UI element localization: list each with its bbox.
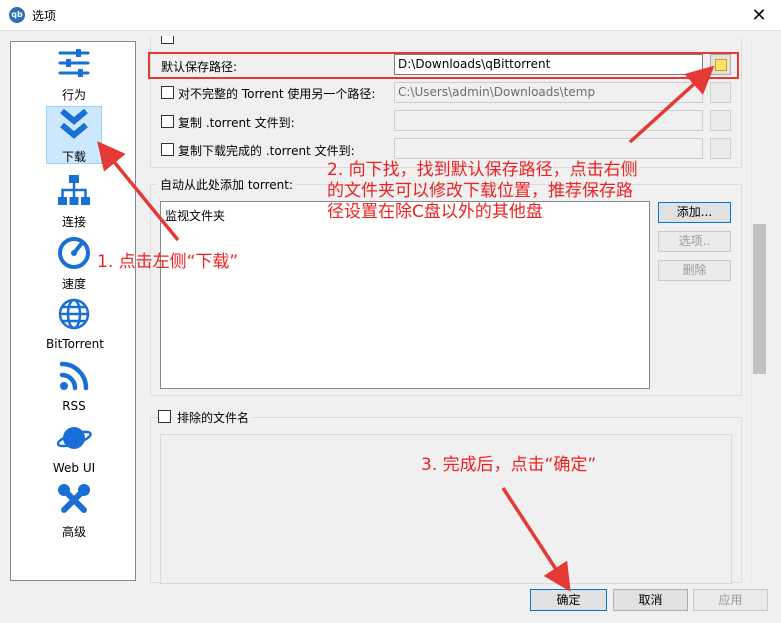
app-logo-icon: qb: [9, 7, 25, 23]
sidebar-item-label: RSS: [62, 399, 86, 413]
sidebar-item-label: Web UI: [52, 461, 96, 475]
sidebar-item-bittorrent[interactable]: BitTorrent: [46, 296, 104, 351]
rss-icon: [59, 361, 89, 391]
annotation-step2-line1: 2. 向下找，找到默认保存路径，点击右侧: [327, 160, 638, 180]
ok-button[interactable]: 确定: [530, 589, 607, 611]
network-icon: [58, 175, 90, 205]
cancel-button[interactable]: 取消: [613, 589, 688, 611]
annotation-step2-line2: 的文件夹可以修改下载位置，推荐保存路: [327, 181, 633, 201]
excluded-files-checkbox[interactable]: [158, 410, 171, 423]
tools-icon: [58, 484, 90, 513]
title-bar: [0, 0, 781, 31]
sidebar-item-label: 高级: [61, 525, 86, 539]
hidden-option-checkbox[interactable]: [161, 36, 174, 44]
sidebar-item-advanced[interactable]: 高级: [46, 482, 102, 540]
sliders-icon: [58, 49, 90, 77]
sidebar-item-speed[interactable]: 速度: [46, 234, 102, 292]
sidebar-item-label: 连接: [61, 215, 86, 229]
sidebar-item-rss[interactable]: RSS: [46, 358, 102, 413]
copy-finished-input[interactable]: [394, 138, 703, 159]
sidebar-item-webui[interactable]: Web UI: [46, 420, 102, 475]
sidebar-item-label: 行为: [61, 88, 86, 102]
copy-torrent-input[interactable]: [394, 110, 703, 131]
sidebar-item-connection[interactable]: 连接: [46, 172, 102, 230]
copy-finished-label: 复制下载完成的 .torrent 文件到:: [178, 144, 355, 158]
close-button[interactable]: ✕: [737, 0, 781, 31]
copy-finished-checkbox[interactable]: [161, 143, 174, 156]
window-title: 选项: [32, 9, 57, 23]
globe-icon: [58, 298, 90, 330]
remove-button[interactable]: 删除: [658, 260, 731, 281]
sidebar-item-label: BitTorrent: [46, 337, 104, 351]
annotation-step3: 3. 完成后，点击“确定”: [421, 455, 597, 475]
planet-icon: [56, 427, 92, 449]
add-button[interactable]: 添加...: [658, 202, 731, 223]
copy-torrent-browse-button[interactable]: [710, 110, 731, 131]
annotation-highlight-box: [148, 52, 739, 79]
auto-add-group-label: 自动从此处添加 torrent:: [157, 176, 296, 193]
watch-folder-list[interactable]: 监视文件夹: [160, 201, 650, 389]
incomplete-path-input[interactable]: C:\Users\admin\Downloads\temp: [394, 82, 703, 103]
options-button[interactable]: 选项..: [658, 231, 731, 252]
scrollbar-thumb[interactable]: [753, 224, 766, 374]
sidebar-item-behavior[interactable]: 行为: [46, 45, 102, 103]
annotation-step2-line3: 径设置在除C盘以外的其他盘: [327, 202, 543, 222]
double-chevron-down-icon: [60, 108, 88, 139]
excluded-files-label: 排除的文件名: [174, 409, 253, 426]
copy-finished-browse-button[interactable]: [710, 138, 731, 159]
copy-torrent-label: 复制 .torrent 文件到:: [178, 116, 295, 130]
sidebar-item-downloads[interactable]: 下载: [46, 106, 102, 164]
sidebar: 行为 下载 连接 速度 BitTorrent RSS Web UI 高级: [10, 41, 136, 581]
gauge-icon: [58, 237, 90, 269]
copy-torrent-checkbox[interactable]: [161, 115, 174, 128]
sidebar-item-label: 下载: [61, 150, 86, 164]
incomplete-path-checkbox[interactable]: [161, 86, 174, 99]
apply-button[interactable]: 应用: [693, 589, 768, 611]
incomplete-path-browse-button[interactable]: [710, 82, 731, 103]
sidebar-item-label: 速度: [61, 277, 86, 291]
watch-folder-header: 监视文件夹: [165, 209, 226, 223]
annotation-step1: 1. 点击左侧“下载”: [97, 252, 239, 272]
incomplete-path-label: 对不完整的 Torrent 使用另一个路径:: [178, 87, 376, 101]
